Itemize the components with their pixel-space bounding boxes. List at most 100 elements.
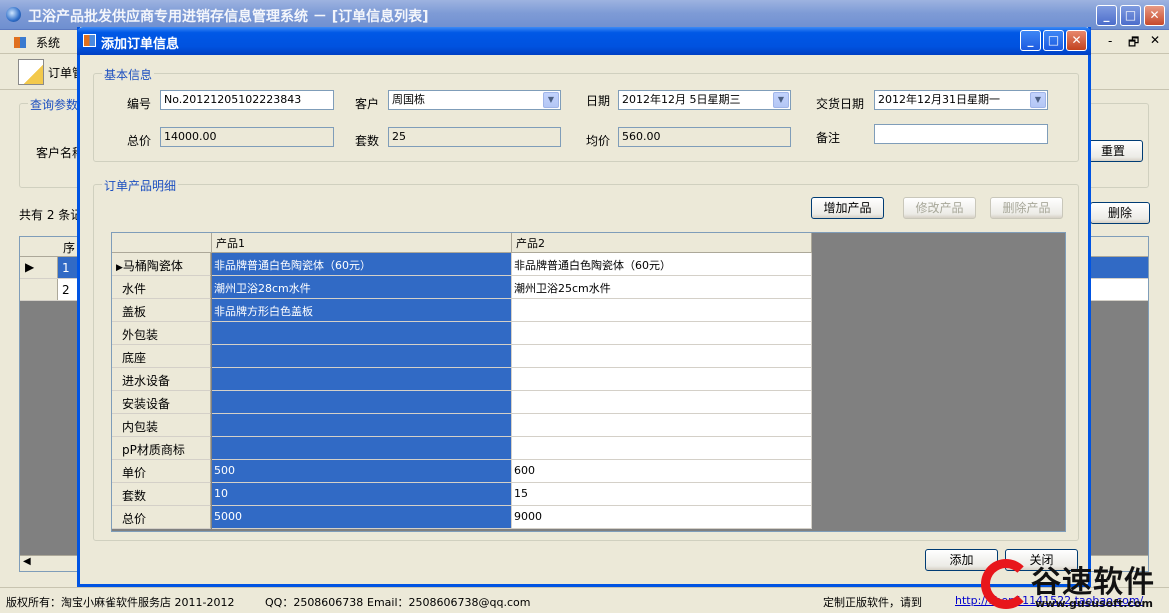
grid-cell-p2[interactable]: 600 (512, 460, 812, 483)
number-field[interactable]: No.20121205102223843 (160, 90, 334, 110)
grid-cell-p1[interactable]: 非品牌方形白色盖板 (212, 299, 512, 322)
grid-cell-p1[interactable] (212, 345, 512, 368)
grid-cell-p2[interactable] (512, 437, 812, 460)
dialog-maximize-button[interactable]: □ (1043, 30, 1064, 51)
grid-cell-p1[interactable] (212, 368, 512, 391)
menu-system[interactable]: 系统 (14, 34, 60, 51)
row-label: 内包装 (112, 414, 211, 437)
avg-label: 均价 (586, 134, 611, 148)
delivery-date-picker[interactable]: 2012年12月31日星期一 ▼ (874, 90, 1048, 110)
grid-cell-p2[interactable] (512, 345, 812, 368)
maximize-button[interactable]: □ (1120, 5, 1141, 26)
row-label: 套数 (112, 483, 211, 506)
delete-order-button[interactable]: 删除 (1090, 202, 1150, 224)
dialog-title-bar: 添加订单信息 _ □ ✕ (77, 27, 1091, 55)
row-seq: 1 (62, 261, 70, 275)
grid-corner-header (112, 233, 212, 253)
grid-cell-p1[interactable] (212, 391, 512, 414)
row-seq: 2 (62, 283, 70, 297)
remark-label: 备注 (816, 131, 841, 145)
grid-cell-p1[interactable]: 10 (212, 483, 512, 506)
chevron-down-icon[interactable]: ▼ (1030, 92, 1046, 108)
grid-cell-p2[interactable] (512, 414, 812, 437)
status-copyright: 版权所有：淘宝小麻雀软件服务店 2011-2012 (6, 596, 235, 609)
row-label: 安装设备 (112, 391, 211, 414)
grid-cell-p1[interactable]: 非品牌普通白色陶瓷体（60元） (212, 253, 512, 276)
menu-system-label: 系统 (36, 36, 61, 50)
number-label: 编号 (127, 97, 152, 111)
sets-field: 25 (388, 127, 561, 147)
app-globe-icon (6, 7, 21, 22)
grid-cell-p2[interactable] (512, 368, 812, 391)
dialog-close-button[interactable]: ✕ (1066, 30, 1087, 51)
customer-label: 客户 (355, 97, 380, 111)
chevron-down-icon[interactable]: ▼ (773, 92, 789, 108)
grid-cell-p1[interactable]: 5000 (212, 506, 512, 529)
query-group-label: 查询参数 (28, 96, 81, 113)
edit-product-button[interactable]: 修改产品 (903, 197, 976, 219)
row-label: 外包装 (112, 322, 211, 345)
total-field: 14000.00 (160, 127, 334, 147)
status-email: Email：2508606738@qq.com (367, 596, 531, 609)
minimize-button[interactable]: _ (1096, 5, 1117, 26)
chevron-down-icon[interactable]: ▼ (543, 92, 559, 108)
status-custom: 定制正版软件，请到 (823, 596, 922, 609)
grid-cell-p2[interactable]: 非品牌普通白色陶瓷体（60元） (512, 253, 812, 276)
grid-cell-p1[interactable]: 500 (212, 460, 512, 483)
current-row-pointer-icon: ▶ (116, 263, 123, 273)
grid-cell-p2[interactable]: 潮州卫浴25cm水件 (512, 276, 812, 299)
seq-header: 序 (63, 241, 76, 255)
customer-value: 周国栋 (392, 93, 425, 106)
product-detail-grid[interactable]: 产品1 产品2 ▶马桶陶瓷体 非品牌普通白色陶瓷体（60元） 非品牌普通白色陶瓷体（… (111, 232, 1066, 532)
dialog-form-icon (83, 34, 96, 47)
grid-cell-p1[interactable] (212, 437, 512, 460)
grid-cell-p2[interactable] (512, 322, 812, 345)
row-label: 水件 (112, 276, 211, 299)
grid-cell-p1[interactable]: 潮州卫浴28cm水件 (212, 276, 512, 299)
delivery-date-value: 2012年12月31日星期一 (878, 93, 1000, 106)
watermark-logo: 谷速软件 www.gususoft.com (975, 555, 1169, 613)
grid-cell-p2[interactable]: 15 (512, 483, 812, 506)
order-notepad-icon (18, 59, 44, 85)
row-selector (20, 279, 58, 300)
toolbar-order-button[interactable]: 订单管 (18, 59, 84, 85)
column-header-product1[interactable]: 产品1 (212, 233, 512, 253)
mdi-close-icon[interactable]: ✕ (1150, 33, 1160, 47)
main-title-bar: 卫浴产品批发供应商专用进销存信息管理系统 － [订单信息列表] _ □ ✕ (0, 0, 1169, 30)
avg-field: 560.00 (618, 127, 791, 147)
row-label: 盖板 (112, 299, 211, 322)
row-selector: ▶ (20, 257, 58, 278)
row-label: ▶马桶陶瓷体 (112, 253, 211, 276)
grid-cell-p2[interactable] (512, 299, 812, 322)
row-label: 总价 (112, 506, 211, 529)
date-picker[interactable]: 2012年12月 5日星期三 ▼ (618, 90, 791, 110)
order-detail-label: 订单产品明细 (102, 177, 179, 194)
grid-cell-p2[interactable]: 9000 (512, 506, 812, 529)
customer-select[interactable]: 周国栋 ▼ (388, 90, 561, 110)
watermark-url: www.gususoft.com (1035, 597, 1153, 610)
delivery-date-label: 交货日期 (816, 97, 865, 111)
mdi-minimize-icon[interactable]: - (1108, 34, 1112, 48)
scroll-left-icon[interactable]: ◀ (23, 556, 31, 567)
basic-info-label: 基本信息 (102, 66, 155, 83)
grid-cell-p1[interactable] (212, 414, 512, 437)
main-window-title: 卫浴产品批发供应商专用进销存信息管理系统 － [订单信息列表] (28, 9, 429, 25)
delete-product-button[interactable]: 删除产品 (990, 197, 1063, 219)
dialog-title: 添加订单信息 (101, 37, 180, 52)
date-label: 日期 (586, 94, 611, 108)
remark-field[interactable] (874, 124, 1048, 144)
date-value: 2012年12月 5日星期三 (622, 93, 741, 106)
column-header-product2[interactable]: 产品2 (512, 233, 812, 253)
watermark-brand: 谷速软件 (1031, 565, 1155, 600)
reset-button[interactable]: 重置 (1083, 140, 1143, 162)
grid-cell-p1[interactable] (212, 322, 512, 345)
mdi-restore-icon[interactable]: 🗗 (1128, 33, 1139, 54)
dialog-minimize-button[interactable]: _ (1020, 30, 1041, 51)
grid-cell-p2[interactable] (512, 391, 812, 414)
add-product-button[interactable]: 增加产品 (811, 197, 884, 219)
row-label: 单价 (112, 460, 211, 483)
close-button[interactable]: ✕ (1144, 5, 1165, 26)
row-label: pP材质商标 (112, 437, 211, 460)
menu-system-icon (14, 37, 26, 48)
add-order-dialog: 添加订单信息 _ □ ✕ 基本信息 编号 No.2012120510222384… (77, 27, 1091, 587)
